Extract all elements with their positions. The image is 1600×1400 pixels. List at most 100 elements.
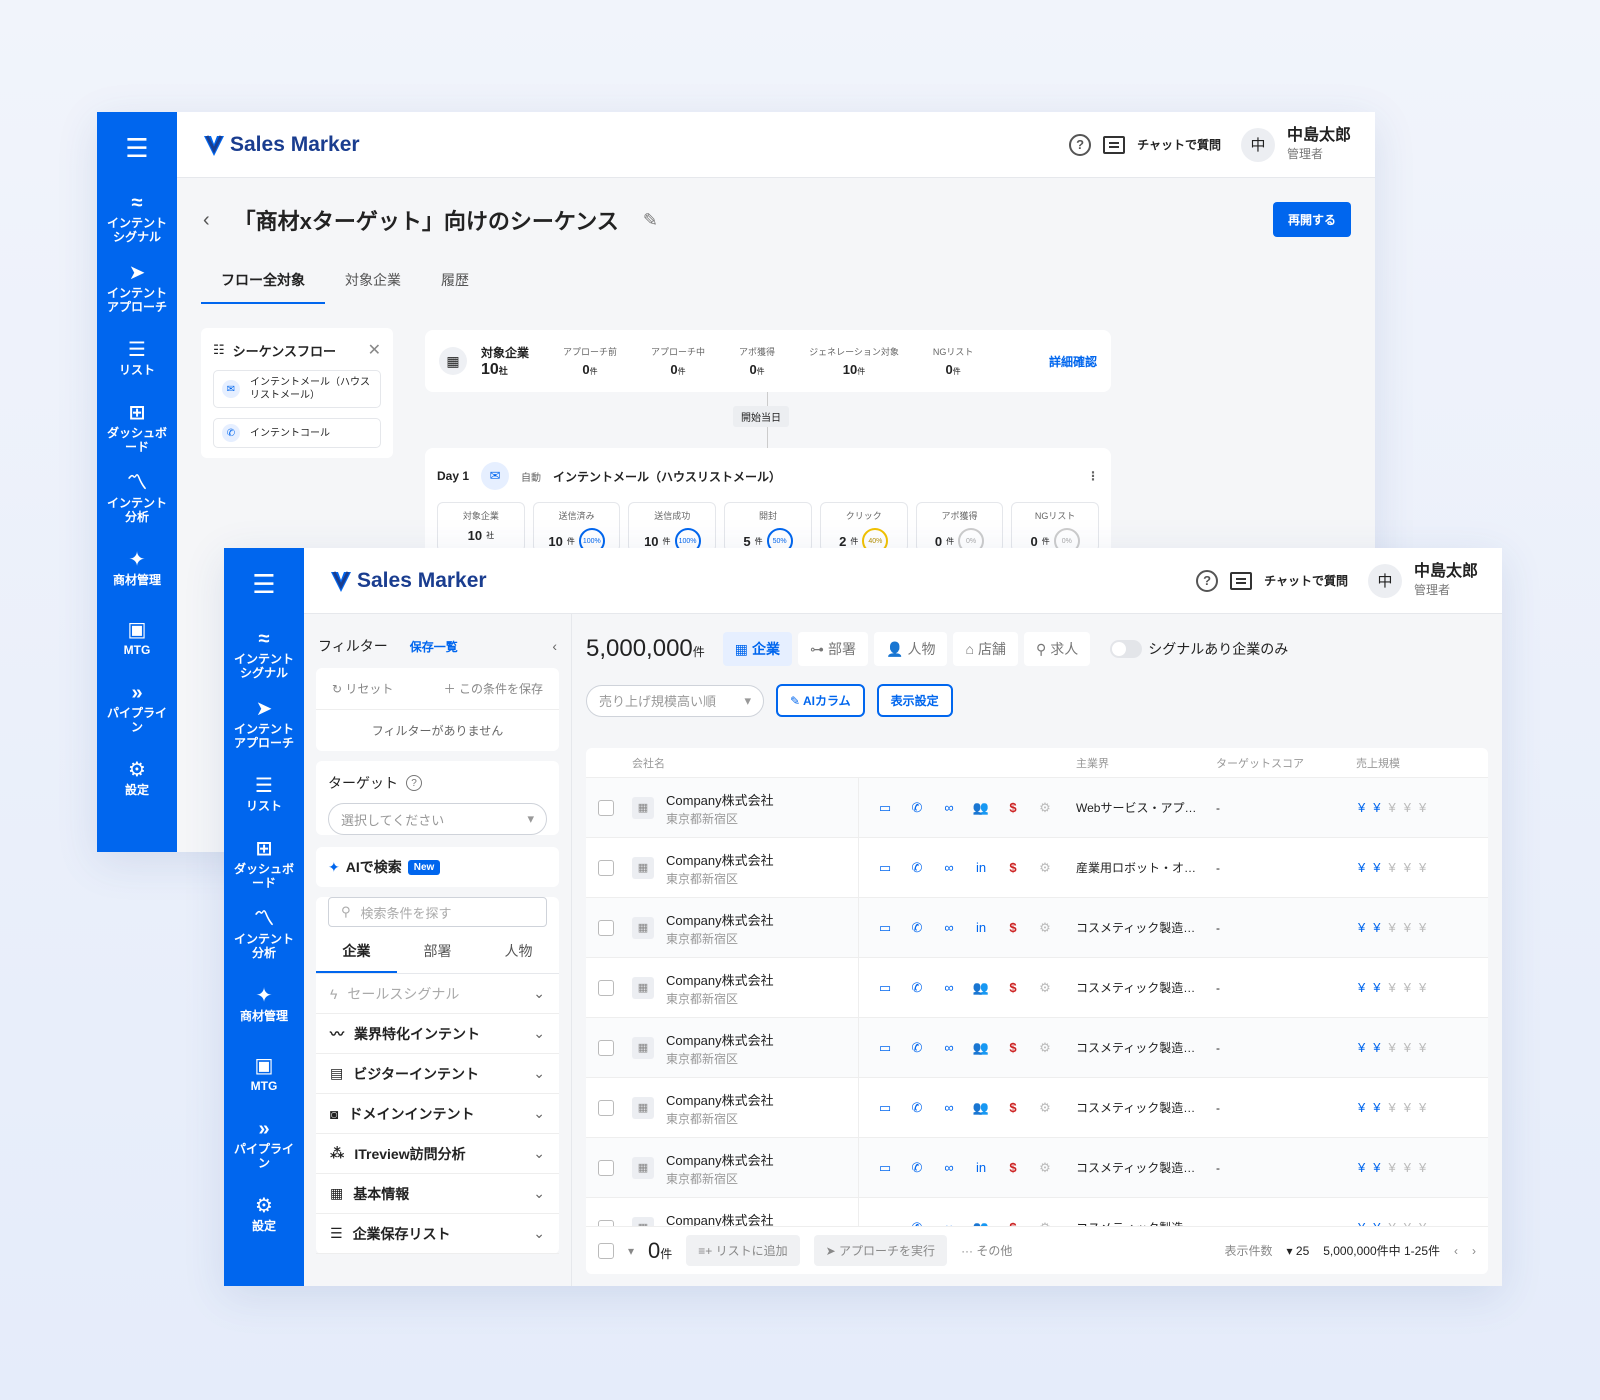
salesforce-icon[interactable]: $ xyxy=(1004,800,1022,816)
back-icon[interactable]: ‹ xyxy=(203,209,210,232)
salesforce-icon[interactable]: $ xyxy=(1004,1160,1022,1176)
sidebar-item[interactable]: 〽インテント分析 xyxy=(224,900,304,970)
table-row[interactable]: ▦Company株式会社東京都新宿区▭✆∞👥$⚙コスメティック製造…-¥¥¥¥¥ xyxy=(586,1018,1488,1078)
people-icon[interactable]: 👥 xyxy=(972,800,990,816)
help-icon[interactable]: ? xyxy=(1069,133,1092,156)
row-checkbox[interactable] xyxy=(598,919,614,936)
phone-icon[interactable]: ✆ xyxy=(908,980,926,996)
chat-button[interactable]: チャットで質問 xyxy=(1137,136,1221,153)
chat-icon[interactable] xyxy=(1230,571,1253,590)
link-icon[interactable]: ∞ xyxy=(940,1160,958,1176)
company-name[interactable]: Company株式会社 xyxy=(666,910,774,929)
sidebar-item[interactable]: ➤ インテントアプローチ xyxy=(224,690,304,760)
more-button[interactable]: ··· その他 xyxy=(961,1242,1012,1259)
hubspot-icon[interactable]: ⚙ xyxy=(1036,800,1054,816)
more-vert-icon[interactable]: ⋮ xyxy=(1087,469,1099,483)
salesforce-icon[interactable]: $ xyxy=(1004,920,1022,936)
tab-company[interactable]: 企業 xyxy=(316,935,397,973)
flow-item-mail[interactable]: ✉ インテントメール（ハウスリストメール） xyxy=(213,370,381,408)
link-icon[interactable]: ∞ xyxy=(940,1100,958,1116)
hubspot-icon[interactable]: ⚙ xyxy=(1036,860,1054,876)
table-row[interactable]: ▦ Company株式会社 東京都新宿区 ▭ ✆ ∞ in $ ⚙ コスメティック製造… - ¥¥¥¥… xyxy=(586,898,1488,958)
table-row[interactable]: ▦Company株式会社東京都新宿区▭✆∞👥$⚙コスメティック製造…-¥¥¥¥¥ xyxy=(586,958,1488,1018)
folder-icon[interactable]: ▭ xyxy=(876,980,894,996)
target-select[interactable]: 選択してください ▾ xyxy=(328,803,547,835)
sidebar-item[interactable]: ⚙ 設定 xyxy=(224,1180,304,1250)
resume-button[interactable]: 再開する xyxy=(1272,202,1351,237)
entity-tab[interactable]: ▦ 企業 xyxy=(722,632,793,666)
ai-column-button[interactable]: ✎ AIカラム xyxy=(776,684,865,717)
filter-category[interactable]: ▤ ビジターインテント ⌄ xyxy=(316,1054,559,1094)
avatar[interactable]: 中 xyxy=(1240,127,1275,162)
saved-list-link[interactable]: 保存一覧 xyxy=(410,638,458,655)
filter-category[interactable]: ◙ ドメインインテント ⌄ xyxy=(316,1094,559,1134)
logo[interactable]: Sales Marker xyxy=(201,132,360,158)
people-icon[interactable]: 👥 xyxy=(972,1040,990,1056)
edit-icon[interactable]: ✎ xyxy=(643,210,658,231)
ai-search-box[interactable]: ✦ AIで検索 New xyxy=(316,847,559,887)
col-score[interactable]: ターゲットスコア xyxy=(1216,755,1304,771)
hubspot-icon[interactable]: ⚙ xyxy=(1036,1100,1054,1116)
phone-icon[interactable]: ✆ xyxy=(908,1100,926,1116)
company-name[interactable]: Company株式会社 xyxy=(666,1030,774,1049)
phone-icon[interactable]: ✆ xyxy=(908,1160,926,1176)
sidebar-item[interactable]: ⊞ ダッシュボード xyxy=(97,394,177,464)
table-row[interactable]: ▦ Company株式会社 東京都新宿区 ▭ ✆ ∞ in $ ⚙ コスメティック製造… - ¥¥¥¥… xyxy=(586,1138,1488,1198)
salesforce-icon[interactable]: $ xyxy=(1004,1040,1022,1056)
chat-button[interactable]: チャットで質問 xyxy=(1264,572,1348,589)
linkedin-icon[interactable]: in xyxy=(972,920,990,936)
next-page-icon[interactable]: › xyxy=(1472,1244,1476,1258)
tab-department[interactable]: 部署 xyxy=(397,935,478,973)
company-name[interactable]: Company株式会社 xyxy=(666,790,774,809)
hubspot-icon[interactable]: ⚙ xyxy=(1036,980,1054,996)
sidebar-item[interactable]: ▣ MTG xyxy=(97,604,177,674)
tab-person[interactable]: 人物 xyxy=(478,935,559,973)
sidebar-item[interactable]: ☰ リスト xyxy=(97,324,177,394)
link-icon[interactable]: ∞ xyxy=(940,1040,958,1056)
phone-icon[interactable]: ✆ xyxy=(908,920,926,936)
search-input[interactable]: ⚲ 検索条件を探す xyxy=(328,897,547,927)
tab-flow-all[interactable]: フロー全対象 xyxy=(201,258,325,304)
table-row[interactable]: ▦ Company株式会社 東京都新宿区 ▭ ✆ ∞ in $ ⚙ 産業用ロボット・オ… - ¥¥¥¥… xyxy=(586,838,1488,898)
linkedin-icon[interactable]: in xyxy=(972,1160,990,1176)
sidebar-item[interactable]: ≈ インテントシグナル xyxy=(224,620,304,690)
sidebar-item[interactable]: 〽インテント分析 xyxy=(97,464,177,534)
sidebar-item[interactable]: ✦ 商材管理 xyxy=(224,970,304,1040)
folder-icon[interactable]: ▭ xyxy=(876,860,894,876)
add-to-list-button[interactable]: ≡+ リストに追加 xyxy=(686,1235,800,1266)
help-icon[interactable]: ? xyxy=(1196,569,1219,592)
sidebar-item[interactable]: ☰ リスト xyxy=(224,760,304,830)
entity-tab[interactable]: ⚲ 求人 xyxy=(1023,632,1091,666)
salesforce-icon[interactable]: $ xyxy=(1004,860,1022,876)
people-icon[interactable]: 👥 xyxy=(972,980,990,996)
menu-icon[interactable]: ☰ xyxy=(224,548,304,620)
linkedin-icon[interactable]: in xyxy=(972,860,990,876)
folder-icon[interactable]: ▭ xyxy=(876,1160,894,1176)
logo[interactable]: Sales Marker xyxy=(328,568,487,594)
folder-icon[interactable]: ▭ xyxy=(876,920,894,936)
company-name[interactable]: Company株式会社 xyxy=(666,970,774,989)
company-name[interactable]: Company株式会社 xyxy=(666,1150,774,1169)
menu-icon[interactable]: ☰ xyxy=(97,112,177,184)
sidebar-item[interactable]: ▣ MTG xyxy=(224,1040,304,1110)
flow-item-call[interactable]: ✆ インテントコール xyxy=(213,418,381,448)
salesforce-icon[interactable]: $ xyxy=(1004,980,1022,996)
help-icon[interactable]: ? xyxy=(406,775,422,791)
hubspot-icon[interactable]: ⚙ xyxy=(1036,920,1054,936)
sidebar-item[interactable]: ≈ インテントシグナル xyxy=(97,184,177,254)
row-checkbox[interactable] xyxy=(598,1039,614,1056)
entity-tab[interactable]: ⊶ 部署 xyxy=(798,632,869,666)
people-icon[interactable]: 👥 xyxy=(972,1100,990,1116)
folder-icon[interactable]: ▭ xyxy=(876,1040,894,1056)
save-condition-button[interactable]: ＋ この条件を保存 xyxy=(444,680,543,697)
close-icon[interactable]: ✕ xyxy=(368,340,381,360)
phone-icon[interactable]: ✆ xyxy=(908,1040,926,1056)
sidebar-item[interactable]: ⚙ 設定 xyxy=(97,744,177,814)
reset-button[interactable]: ↻ リセット xyxy=(332,680,393,697)
filter-category[interactable]: ϟ セールスシグナル ⌄ xyxy=(316,974,559,1014)
folder-icon[interactable]: ▭ xyxy=(876,1100,894,1116)
folder-icon[interactable]: ▭ xyxy=(876,800,894,816)
row-checkbox[interactable] xyxy=(598,799,614,816)
sidebar-item[interactable]: » パイプライン xyxy=(224,1110,304,1180)
col-company[interactable]: 会社名 xyxy=(632,755,665,771)
